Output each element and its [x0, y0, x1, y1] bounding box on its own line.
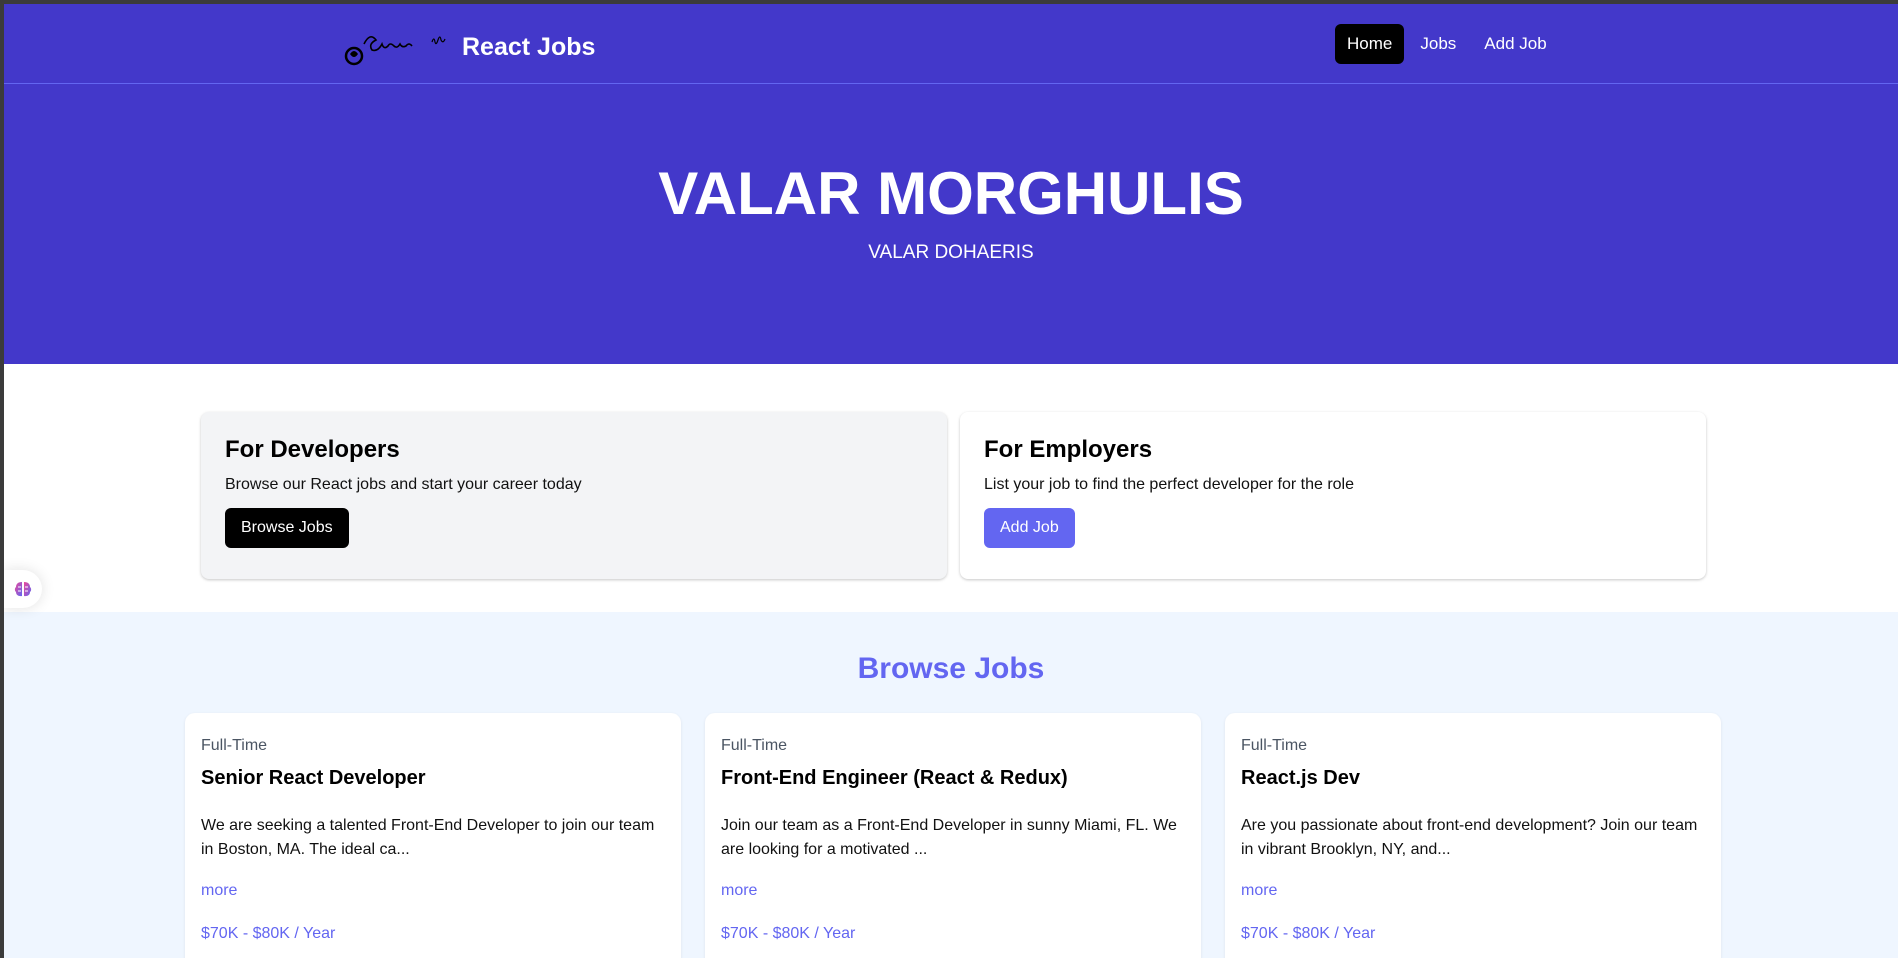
- employers-card-title: For Employers: [984, 436, 1153, 463]
- employers-card-text: List your job to find the perfect develo…: [984, 476, 1354, 493]
- brand[interactable]: React Jobs: [344, 26, 595, 68]
- employers-card: For Employers List your job to find the …: [960, 412, 1706, 579]
- developers-card: For Developers Browse our React jobs and…: [201, 412, 947, 579]
- job-more-link[interactable]: more: [721, 882, 1185, 900]
- job-card: Full-Time React.js Dev Are you passionat…: [1225, 713, 1721, 958]
- job-type: Full-Time: [721, 737, 788, 754]
- add-job-button[interactable]: Add Job: [984, 508, 1075, 548]
- job-card: Full-Time Senior React Developer We are …: [185, 713, 681, 958]
- home-cards: For Developers Browse our React jobs and…: [4, 364, 1898, 612]
- browse-jobs-section: Browse Jobs Full-Time Senior React Devel…: [4, 612, 1898, 958]
- brain-icon: [14, 582, 32, 597]
- job-type: Full-Time: [1241, 737, 1308, 754]
- extension-widget[interactable]: [4, 570, 42, 608]
- job-more-link[interactable]: more: [1241, 882, 1705, 900]
- browse-jobs-button[interactable]: Browse Jobs: [225, 508, 349, 548]
- job-title: React.js Dev: [1241, 767, 1360, 789]
- developers-card-title: For Developers: [225, 436, 400, 463]
- job-description: Join our team as a Front-End Developer i…: [721, 817, 1177, 858]
- page: React Jobs Home Jobs Add Job VALAR MORGH…: [4, 4, 1898, 958]
- sakura-logo: [344, 36, 446, 66]
- job-description: Are you passionate about front-end devel…: [1241, 817, 1698, 858]
- job-title: Front-End Engineer (React & Redux): [721, 767, 1068, 789]
- job-more-link[interactable]: more: [201, 882, 665, 900]
- job-salary: $70K - $80K / Year: [1241, 925, 1376, 942]
- hero-subtitle: VALAR DOHAERIS: [868, 242, 1034, 263]
- nav-links: Home Jobs Add Job: [1335, 24, 1563, 64]
- navbar: React Jobs Home Jobs Add Job: [4, 4, 1898, 84]
- brand-title: React Jobs: [462, 32, 596, 61]
- nav-add-job-link[interactable]: Add Job: [1472, 24, 1558, 64]
- browse-jobs-title: Browse Jobs: [857, 652, 1045, 685]
- job-salary: $70K - $80K / Year: [721, 925, 856, 942]
- job-type: Full-Time: [201, 737, 268, 754]
- job-title: Senior React Developer: [201, 767, 426, 789]
- nav-home-link[interactable]: Home: [1335, 24, 1405, 64]
- job-description: We are seeking a talented Front-End Deve…: [201, 817, 655, 858]
- hero: VALAR MORGHULIS VALAR DOHAERIS: [4, 84, 1898, 364]
- job-card: Full-Time Front-End Engineer (React & Re…: [705, 713, 1201, 958]
- hero-title: VALAR MORGHULIS: [658, 160, 1244, 227]
- job-salary: $70K - $80K / Year: [201, 925, 336, 942]
- nav-jobs-link[interactable]: Jobs: [1408, 24, 1468, 64]
- developers-card-text: Browse our React jobs and start your car…: [225, 476, 582, 493]
